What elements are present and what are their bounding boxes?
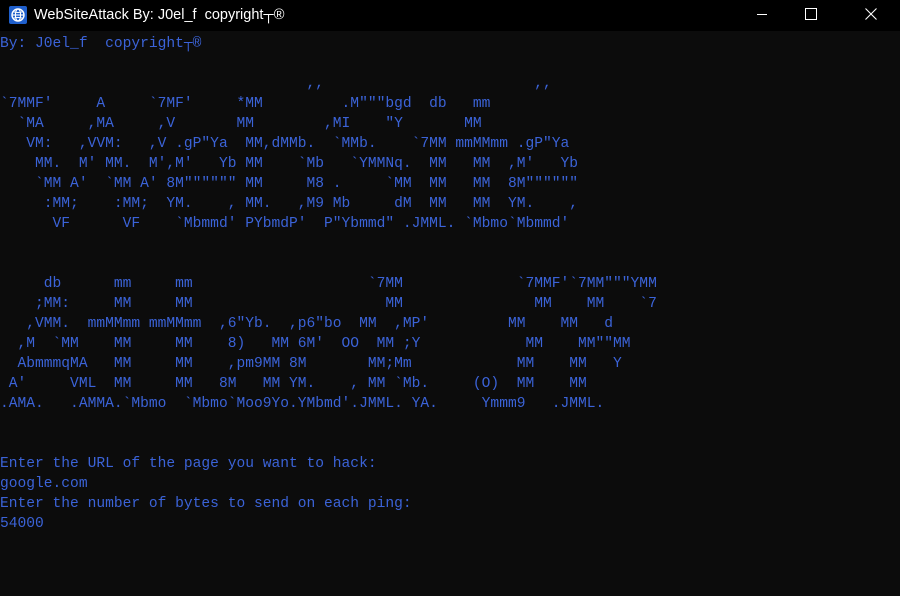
- console-line: A' VML MM MM 8M MM YM. , MM `Mb. (O) MM …: [0, 376, 587, 392]
- console-window: WebSiteAttack By: J0el_f copyright┬® By:…: [0, 0, 900, 596]
- window-title: WebSiteAttack By: J0el_f copyright┬®: [34, 7, 285, 23]
- console-line: `7MMF' A `7MF' *MM .M"""bgd db mm: [0, 96, 491, 112]
- console-line: VF VF `Mbmmd' PYbmdP' P"Ybmmd" .JMML. `M…: [0, 216, 570, 232]
- console-output[interactable]: By: J0el_f copyright┬® ,, ,, `7MMF' A `7M…: [0, 34, 900, 596]
- maximize-icon: [805, 7, 817, 25]
- console-line: ,, ,,: [0, 76, 552, 92]
- console-line: :MM; :MM; YM. , MM. ,M9 Mb dM MM MM YM. …: [0, 196, 579, 212]
- console-line: Enter the number of bytes to send on eac…: [0, 496, 412, 512]
- console-line: ,VMM. mmMMmm mmMMmm ,6"Yb. ,p6"bo MM ,MP…: [0, 316, 614, 332]
- minimize-button[interactable]: [739, 0, 785, 31]
- console-line: ,M `MM MM MM 8) MM 6M' OO MM ;Y MM MM""M…: [0, 336, 631, 352]
- console-line: By: J0el_f copyright┬®: [0, 36, 202, 52]
- console-line: google.com: [0, 476, 88, 492]
- console-line: MM. M' MM. M',M' Yb MM `Mb `YMMNq. MM MM…: [0, 156, 579, 172]
- maximize-button[interactable]: [788, 0, 834, 31]
- close-button[interactable]: [848, 0, 894, 31]
- app-globe-icon: [9, 6, 27, 24]
- title-bar[interactable]: WebSiteAttack By: J0el_f copyright┬®: [0, 0, 900, 31]
- console-line: ;MM: MM MM MM MM MM `7: [0, 296, 657, 312]
- console-line: .AMA. .AMMA.`Mbmo `Mbmo`Moo9Yo.YMbmd'.JM…: [0, 396, 605, 412]
- console-line: db mm mm `7MM `7MMF'`7MM"""YMM: [0, 276, 657, 292]
- console-line: VM: ,VVM: ,V .gP"Ya MM,dMMb. `MMb. `7MM …: [0, 136, 570, 152]
- console-line: `MA ,MA ,V MM ,MI "Y MM: [0, 116, 482, 132]
- close-icon: [865, 7, 877, 25]
- console-line: AbmmmqMA MM MM ,pm9MM 8M MM;Mm MM MM Y: [0, 356, 622, 372]
- console-line: Enter the URL of the page you want to ha…: [0, 456, 377, 472]
- minimize-icon: [756, 7, 768, 25]
- console-line: 54000: [0, 516, 44, 532]
- console-line: `MM A' `MM A' 8M"""""" MM M8 . `MM MM MM…: [0, 176, 579, 192]
